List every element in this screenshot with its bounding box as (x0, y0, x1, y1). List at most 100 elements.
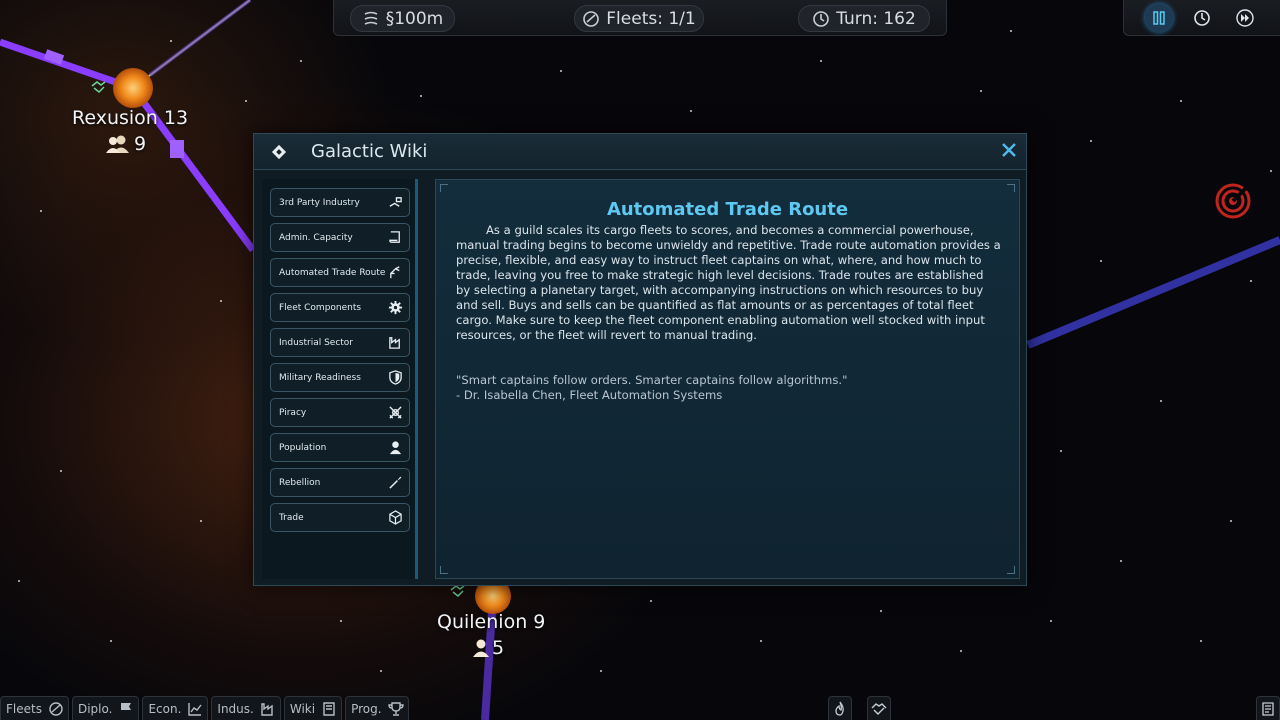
wiki-logo-icon (271, 144, 287, 160)
topic-3rd-party-industry[interactable]: 3rd Party Industry (270, 188, 410, 217)
factory-icon (387, 335, 403, 351)
topic-label: Piracy (279, 407, 307, 418)
close-button[interactable] (998, 141, 1020, 163)
normal-speed-button[interactable] (1188, 4, 1216, 32)
hand-box-icon (387, 195, 403, 211)
person-icon (387, 440, 403, 456)
topic-population[interactable]: Population (270, 433, 410, 462)
topic-label: Admin. Capacity (279, 232, 353, 243)
pause-icon (1153, 11, 1165, 25)
tab-label: Diplo. (77, 701, 113, 716)
close-icon (1002, 143, 1016, 157)
tab-industry[interactable]: Indus. (211, 696, 281, 720)
topic-rebellion[interactable]: Rebellion (270, 468, 410, 497)
trade-route (1026, 236, 1280, 349)
population-icon (473, 639, 489, 657)
target-icon[interactable] (1214, 182, 1252, 220)
tab-diplomacy[interactable]: Diplo. (71, 696, 140, 720)
panel-corner (440, 184, 448, 192)
flag-icon (121, 702, 132, 716)
topic-fleet-components[interactable]: Fleet Components (270, 293, 410, 322)
fleet-marker[interactable] (170, 140, 184, 158)
trophy-icon (387, 701, 404, 716)
panel-corner (1007, 566, 1015, 574)
topic-label: 3rd Party Industry (279, 197, 360, 208)
topic-piracy[interactable]: Piracy (270, 398, 410, 427)
article-body: As a guild scales its cargo fleets to sc… (456, 223, 1001, 342)
torch-icon (387, 475, 403, 491)
topic-label: Rebellion (279, 477, 321, 488)
factory-icon (261, 702, 273, 716)
pause-button[interactable] (1145, 4, 1173, 32)
tab-fleets[interactable]: Fleets (0, 696, 69, 720)
turn-value: Turn: 162 (836, 8, 916, 29)
quote-text: "Smart captains follow orders. Smarter c… (456, 373, 848, 387)
cube-icon (387, 510, 403, 526)
population-count: 5 (492, 637, 505, 659)
topic-label: Trade (279, 512, 304, 523)
panel-corner (1007, 184, 1015, 192)
topic-automated-trade-route[interactable]: Automated Trade Route (270, 258, 410, 287)
topic-label: Military Readiness (279, 372, 361, 383)
document-icon (1262, 701, 1274, 716)
credits-icon (364, 11, 378, 25)
chart-icon (188, 702, 202, 716)
shield-icon (387, 370, 403, 386)
bottom-nav-bar: Fleets Diplo. Econ. Indus. Wiki Prog. (0, 696, 409, 720)
fast-forward-button[interactable] (1231, 4, 1259, 32)
article-quote: "Smart captains follow orders. Smarter c… (456, 373, 1001, 403)
clock-icon (813, 10, 829, 27)
planet-name[interactable]: Rexusion 13 (72, 107, 188, 129)
topic-label: Population (279, 442, 327, 453)
log-button[interactable] (1256, 696, 1280, 720)
robot-arm-icon (387, 265, 403, 281)
fleets-value: Fleets: 1/1 (606, 8, 696, 29)
handshake-icon (871, 702, 887, 715)
tab-label: Econ. (148, 701, 182, 716)
speed-controls (1123, 0, 1280, 36)
tab-label: Indus. (217, 701, 254, 716)
topic-label: Industrial Sector (279, 337, 354, 348)
clock-icon (1194, 10, 1210, 26)
tab-label: Fleets (6, 701, 42, 716)
wiki-header: Galactic Wiki (254, 134, 1026, 170)
tab-label: Prog. (351, 701, 382, 716)
wiki-topic-list[interactable]: 3rd Party Industry Admin. Capacity Autom… (262, 179, 418, 579)
panel-corner (440, 566, 448, 574)
topic-industrial-sector[interactable]: Industrial Sector (270, 328, 410, 357)
wiki-title: Galactic Wiki (311, 141, 428, 162)
planet-population: 9 (104, 133, 146, 155)
planet-rexusion[interactable] (113, 68, 153, 108)
scroll-icon (387, 230, 403, 246)
handshake-icon (91, 81, 106, 94)
fleet-icon (49, 701, 63, 716)
topic-admin-capacity[interactable]: Admin. Capacity (270, 223, 410, 252)
quote-author: - Dr. Isabella Chen, Fleet Automation Sy… (456, 388, 723, 402)
top-resource-bar: §100m Fleets: 1/1 Turn: 162 (333, 0, 947, 36)
wiki-article-panel: Automated Trade Route As a guild scales … (435, 179, 1020, 579)
book-icon (323, 701, 335, 716)
tab-progress[interactable]: Prog. (345, 696, 409, 720)
diplomacy-button[interactable] (867, 696, 891, 720)
galactic-wiki-window: Galactic Wiki 3rd Party Industry Admin. … (253, 133, 1027, 586)
tab-label: Wiki (289, 701, 316, 716)
article-title: Automated Trade Route (606, 199, 849, 220)
topic-label: Automated Trade Route (279, 267, 386, 278)
tab-economy[interactable]: Econ. (142, 696, 209, 720)
fleets-display: Fleets: 1/1 (574, 5, 704, 32)
fleet-icon (583, 10, 600, 27)
credits-display: §100m (350, 5, 455, 32)
planet-population: 5 (472, 637, 504, 659)
topic-trade[interactable]: Trade (270, 503, 410, 532)
topic-military-readiness[interactable]: Military Readiness (270, 363, 410, 392)
flame-icon (835, 701, 844, 716)
fast-forward-icon (1236, 9, 1254, 27)
crossed-swords-icon (387, 405, 403, 421)
fire-button[interactable] (828, 696, 852, 720)
planet-name[interactable]: Quilenion 9 (437, 611, 545, 633)
credits-value: §100m (385, 8, 444, 29)
population-count: 9 (134, 133, 147, 155)
trade-route (0, 38, 135, 92)
tab-wiki[interactable]: Wiki (283, 696, 343, 720)
turn-display: Turn: 162 (798, 5, 930, 32)
